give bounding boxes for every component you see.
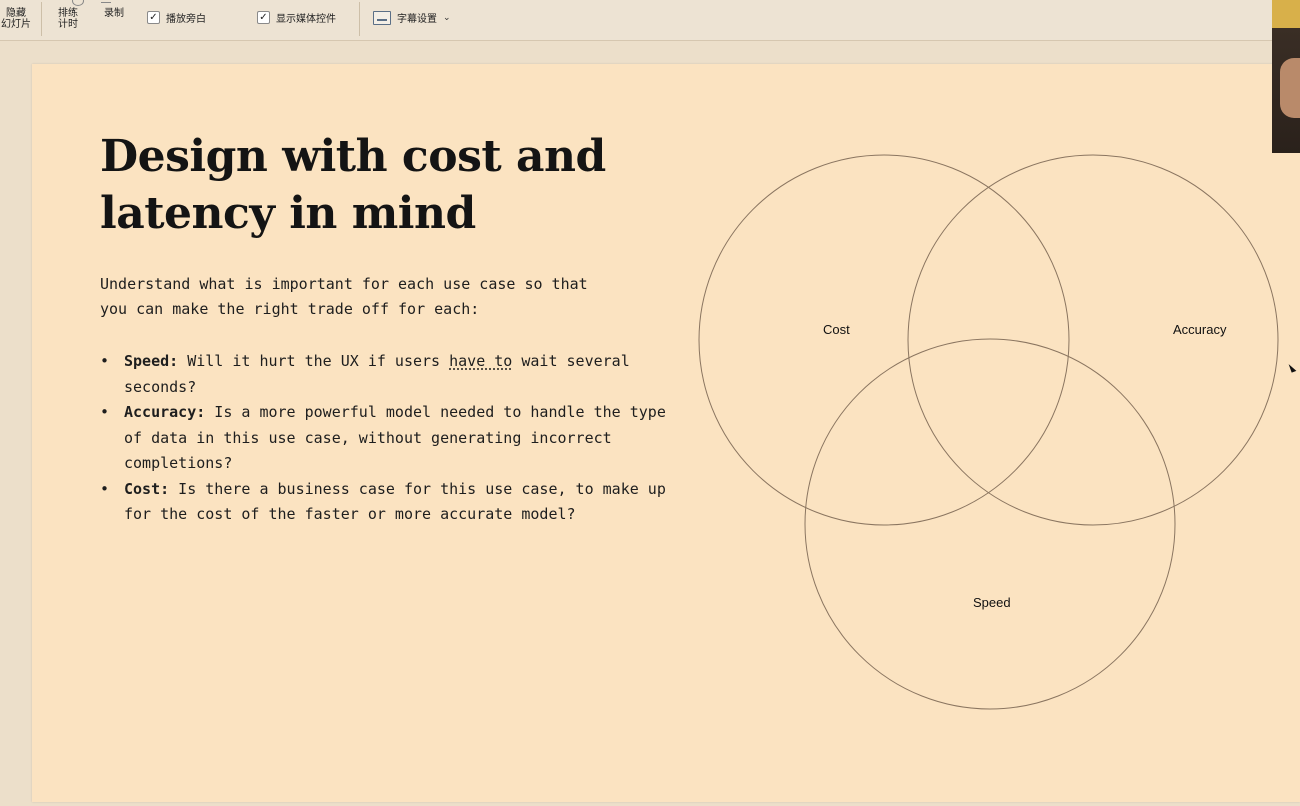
venn-circle-accuracy — [907, 154, 1279, 526]
bullet-term: Accuracy: — [124, 403, 206, 421]
venn-label-accuracy: Accuracy — [1173, 322, 1227, 337]
intro-line-1: Understand what is important for each us… — [100, 275, 588, 293]
bullet-speed: Speed: Will it hurt the UX if users have… — [100, 349, 690, 400]
rehearse-label-1: 排练 — [58, 8, 78, 19]
bullet-text: Is a more powerful model needed to handl… — [124, 403, 666, 472]
play-narrations-label: 播放旁白 — [166, 14, 206, 25]
rehearse-label-2: 计时 — [58, 19, 78, 30]
ribbon-divider — [41, 2, 42, 36]
hide-slide-label-2: 幻灯片 — [1, 19, 31, 30]
bullet-accuracy: Accuracy: Is a more powerful model neede… — [100, 400, 690, 477]
hide-slide-button[interactable]: 隐藏 幻灯片 — [0, 8, 32, 30]
timer-icon — [72, 0, 84, 6]
bullet-text: Is there a business case for this use ca… — [124, 479, 666, 524]
rehearse-timings-button[interactable]: 排练 计时 — [56, 8, 80, 30]
bullet-cost: Cost: Is there a business case for this … — [100, 477, 690, 528]
venn-diagram: Cost Accuracy Speed — [698, 154, 1279, 710]
bullet-list: Speed: Will it hurt the UX if users have… — [100, 349, 690, 528]
bullet-underlined-text: have to — [449, 352, 513, 370]
slide-canvas: Design with cost and latency in mind Und… — [32, 64, 1300, 802]
subtitle-settings-label: 字幕设置 — [397, 14, 437, 25]
bullet-text: Will it hurt the UX if users — [178, 352, 450, 370]
bullet-term: Cost: — [124, 479, 170, 498]
chevron-down-icon: ⌄ — [443, 12, 451, 22]
ribbon-toolbar: 隐藏 幻灯片 排练 计时 录制 ✓ 播放旁白 ✓ 显示媒体控件 字幕设置 ⌄ — [0, 0, 1300, 41]
record-label: 录制 — [104, 8, 124, 19]
title-line-2: latency in mind — [100, 188, 476, 239]
record-icon — [101, 0, 111, 3]
slide-title: Design with cost and latency in mind — [100, 128, 620, 242]
record-button[interactable]: 录制 — [100, 8, 128, 19]
show-media-controls-label: 显示媒体控件 — [276, 14, 336, 25]
subtitle-settings-dropdown[interactable]: 字幕设置 ⌄ — [373, 10, 451, 25]
subtitles-icon — [373, 10, 391, 25]
hide-slide-label-1: 隐藏 — [6, 8, 26, 19]
title-line-1: Design with cost and — [100, 131, 606, 182]
checkmark-icon: ✓ — [257, 11, 270, 24]
venn-label-speed: Speed — [973, 595, 1011, 610]
checkmark-icon: ✓ — [147, 11, 160, 24]
play-narrations-checkbox[interactable]: ✓ 播放旁白 — [147, 10, 206, 25]
ribbon-divider — [359, 2, 360, 36]
bullet-term: Speed: — [124, 352, 179, 370]
intro-line-2: you can make the right trade off for eac… — [100, 300, 480, 318]
presenter-avatar — [1280, 58, 1300, 118]
webcam-thumbnail — [1272, 0, 1300, 153]
venn-label-cost: Cost — [823, 322, 850, 337]
show-media-controls-checkbox[interactable]: ✓ 显示媒体控件 — [257, 10, 336, 25]
intro-text: Understand what is important for each us… — [100, 272, 680, 322]
